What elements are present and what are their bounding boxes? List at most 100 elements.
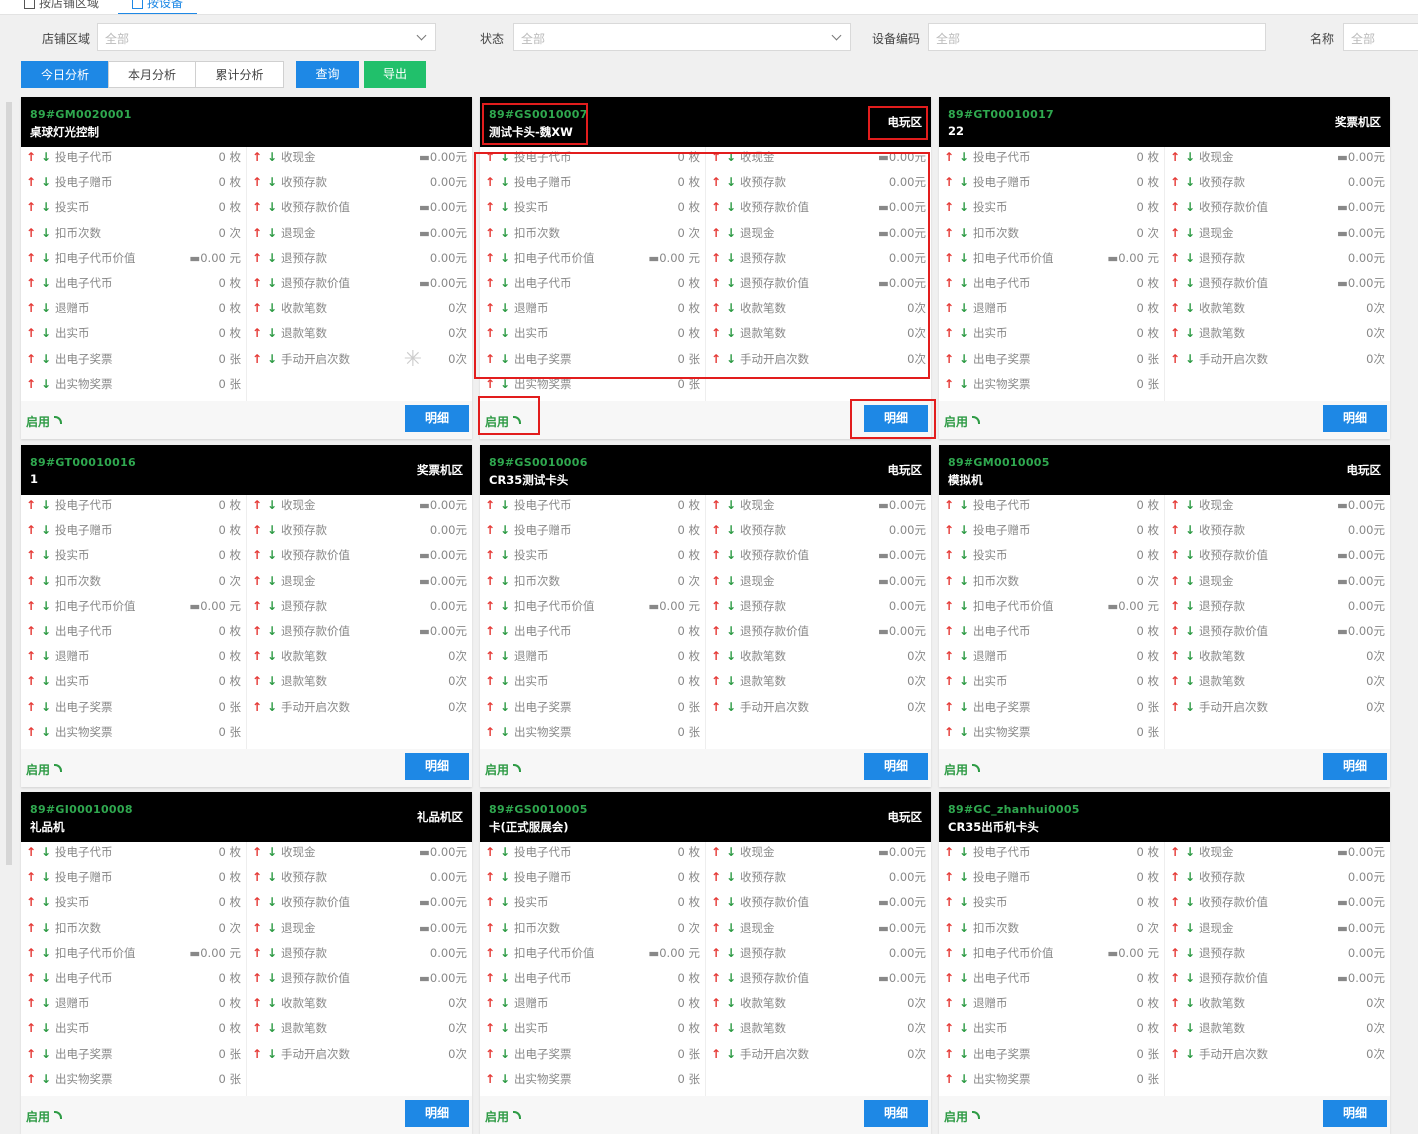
arrow-up-icon[interactable]: ↑ (944, 520, 954, 540)
arrow-up-icon[interactable]: ↑ (944, 968, 954, 988)
arrow-up-icon[interactable]: ↑ (1170, 671, 1180, 691)
arrow-down-icon[interactable]: ↓ (41, 545, 51, 565)
status-select[interactable]: 全部 (513, 23, 851, 51)
arrow-down-icon[interactable]: ↓ (726, 892, 736, 912)
arrow-down-icon[interactable]: ↓ (267, 197, 277, 217)
arrow-up-icon[interactable]: ↑ (1170, 298, 1180, 318)
arrow-down-icon[interactable]: ↓ (726, 621, 736, 641)
arrow-down-icon[interactable]: ↓ (41, 571, 51, 591)
arrow-down-icon[interactable]: ↓ (726, 867, 736, 887)
arrow-up-icon[interactable]: ↑ (711, 1018, 721, 1038)
arrow-down-icon[interactable]: ↓ (959, 223, 969, 243)
arrow-up-icon[interactable]: ↑ (485, 671, 495, 691)
arrow-down-icon[interactable]: ↓ (41, 621, 51, 641)
arrow-down-icon[interactable]: ↓ (959, 943, 969, 963)
arrow-up-icon[interactable]: ↑ (1170, 172, 1180, 192)
arrow-down-icon[interactable]: ↓ (959, 993, 969, 1013)
arrow-down-icon[interactable]: ↓ (1185, 646, 1195, 666)
arrow-up-icon[interactable]: ↑ (26, 697, 36, 717)
arrow-down-icon[interactable]: ↓ (41, 596, 51, 616)
detail-button[interactable]: 明细 (1323, 405, 1387, 432)
arrow-up-icon[interactable]: ↑ (26, 993, 36, 1013)
arrow-up-icon[interactable]: ↑ (944, 671, 954, 691)
arrow-down-icon[interactable]: ↓ (267, 298, 277, 318)
arrow-up-icon[interactable]: ↑ (711, 646, 721, 666)
arrow-down-icon[interactable]: ↓ (726, 596, 736, 616)
arrow-up-icon[interactable]: ↑ (26, 1069, 36, 1089)
arrow-down-icon[interactable]: ↓ (267, 621, 277, 641)
arrow-up-icon[interactable]: ↑ (944, 172, 954, 192)
arrow-down-icon[interactable]: ↓ (1185, 697, 1195, 717)
arrow-down-icon[interactable]: ↓ (1185, 596, 1195, 616)
arrow-up-icon[interactable]: ↑ (485, 223, 495, 243)
arrow-down-icon[interactable]: ↓ (41, 1018, 51, 1038)
arrow-down-icon[interactable]: ↓ (726, 968, 736, 988)
arrow-up-icon[interactable]: ↑ (485, 197, 495, 217)
arrow-up-icon[interactable]: ↑ (944, 197, 954, 217)
arrow-up-icon[interactable]: ↑ (944, 842, 954, 862)
arrow-up-icon[interactable]: ↑ (944, 621, 954, 641)
arrow-up-icon[interactable]: ↑ (944, 722, 954, 742)
arrow-up-icon[interactable]: ↑ (485, 968, 495, 988)
arrow-up-icon[interactable]: ↑ (711, 172, 721, 192)
arrow-up-icon[interactable]: ↑ (1170, 248, 1180, 268)
arrow-down-icon[interactable]: ↓ (1185, 943, 1195, 963)
arrow-down-icon[interactable]: ↓ (959, 697, 969, 717)
arrow-up-icon[interactable]: ↑ (1170, 892, 1180, 912)
arrow-up-icon[interactable]: ↑ (711, 867, 721, 887)
detail-button[interactable]: 明细 (1323, 1100, 1387, 1127)
arrow-down-icon[interactable]: ↓ (267, 323, 277, 343)
arrow-down-icon[interactable]: ↓ (500, 697, 510, 717)
arrow-down-icon[interactable]: ↓ (726, 842, 736, 862)
arrow-down-icon[interactable]: ↓ (1185, 571, 1195, 591)
arrow-down-icon[interactable]: ↓ (1185, 867, 1195, 887)
arrow-up-icon[interactable]: ↑ (252, 646, 262, 666)
tab-by-region[interactable]: 按店铺区域 (24, 0, 99, 13)
arrow-down-icon[interactable]: ↓ (959, 968, 969, 988)
arrow-down-icon[interactable]: ↓ (959, 520, 969, 540)
arrow-up-icon[interactable]: ↑ (485, 918, 495, 938)
arrow-down-icon[interactable]: ↓ (267, 993, 277, 1013)
arrow-up-icon[interactable]: ↑ (944, 596, 954, 616)
arrow-up-icon[interactable]: ↑ (711, 349, 721, 369)
arrow-down-icon[interactable]: ↓ (267, 147, 277, 167)
arrow-up-icon[interactable]: ↑ (711, 892, 721, 912)
arrow-down-icon[interactable]: ↓ (500, 621, 510, 641)
arrow-up-icon[interactable]: ↑ (711, 248, 721, 268)
query-button[interactable]: 查询 (296, 61, 359, 88)
arrow-down-icon[interactable]: ↓ (726, 918, 736, 938)
arrow-up-icon[interactable]: ↑ (944, 993, 954, 1013)
arrow-down-icon[interactable]: ↓ (267, 349, 277, 369)
arrow-up-icon[interactable]: ↑ (252, 596, 262, 616)
arrow-up-icon[interactable]: ↑ (26, 298, 36, 318)
arrow-down-icon[interactable]: ↓ (959, 867, 969, 887)
arrow-down-icon[interactable]: ↓ (726, 248, 736, 268)
arrow-down-icon[interactable]: ↓ (267, 671, 277, 691)
arrow-up-icon[interactable]: ↑ (26, 520, 36, 540)
arrow-up-icon[interactable]: ↑ (252, 197, 262, 217)
arrow-down-icon[interactable]: ↓ (959, 349, 969, 369)
arrow-down-icon[interactable]: ↓ (267, 172, 277, 192)
arrow-up-icon[interactable]: ↑ (944, 918, 954, 938)
arrow-down-icon[interactable]: ↓ (500, 374, 510, 394)
arrow-up-icon[interactable]: ↑ (1170, 596, 1180, 616)
arrow-up-icon[interactable]: ↑ (485, 298, 495, 318)
arrow-up-icon[interactable]: ↑ (711, 223, 721, 243)
arrow-up-icon[interactable]: ↑ (485, 867, 495, 887)
arrow-up-icon[interactable]: ↑ (944, 323, 954, 343)
arrow-up-icon[interactable]: ↑ (944, 248, 954, 268)
arrow-up-icon[interactable]: ↑ (26, 722, 36, 742)
arrow-up-icon[interactable]: ↑ (711, 968, 721, 988)
arrow-down-icon[interactable]: ↓ (41, 842, 51, 862)
arrow-down-icon[interactable]: ↓ (959, 892, 969, 912)
arrow-up-icon[interactable]: ↑ (1170, 223, 1180, 243)
arrow-down-icon[interactable]: ↓ (1185, 172, 1195, 192)
arrow-down-icon[interactable]: ↓ (500, 892, 510, 912)
arrow-up-icon[interactable]: ↑ (944, 298, 954, 318)
device-code-input[interactable]: 全部 (928, 23, 1266, 51)
arrow-down-icon[interactable]: ↓ (41, 968, 51, 988)
arrow-down-icon[interactable]: ↓ (500, 298, 510, 318)
arrow-up-icon[interactable]: ↑ (1170, 1018, 1180, 1038)
arrow-down-icon[interactable]: ↓ (726, 273, 736, 293)
arrow-down-icon[interactable]: ↓ (41, 223, 51, 243)
